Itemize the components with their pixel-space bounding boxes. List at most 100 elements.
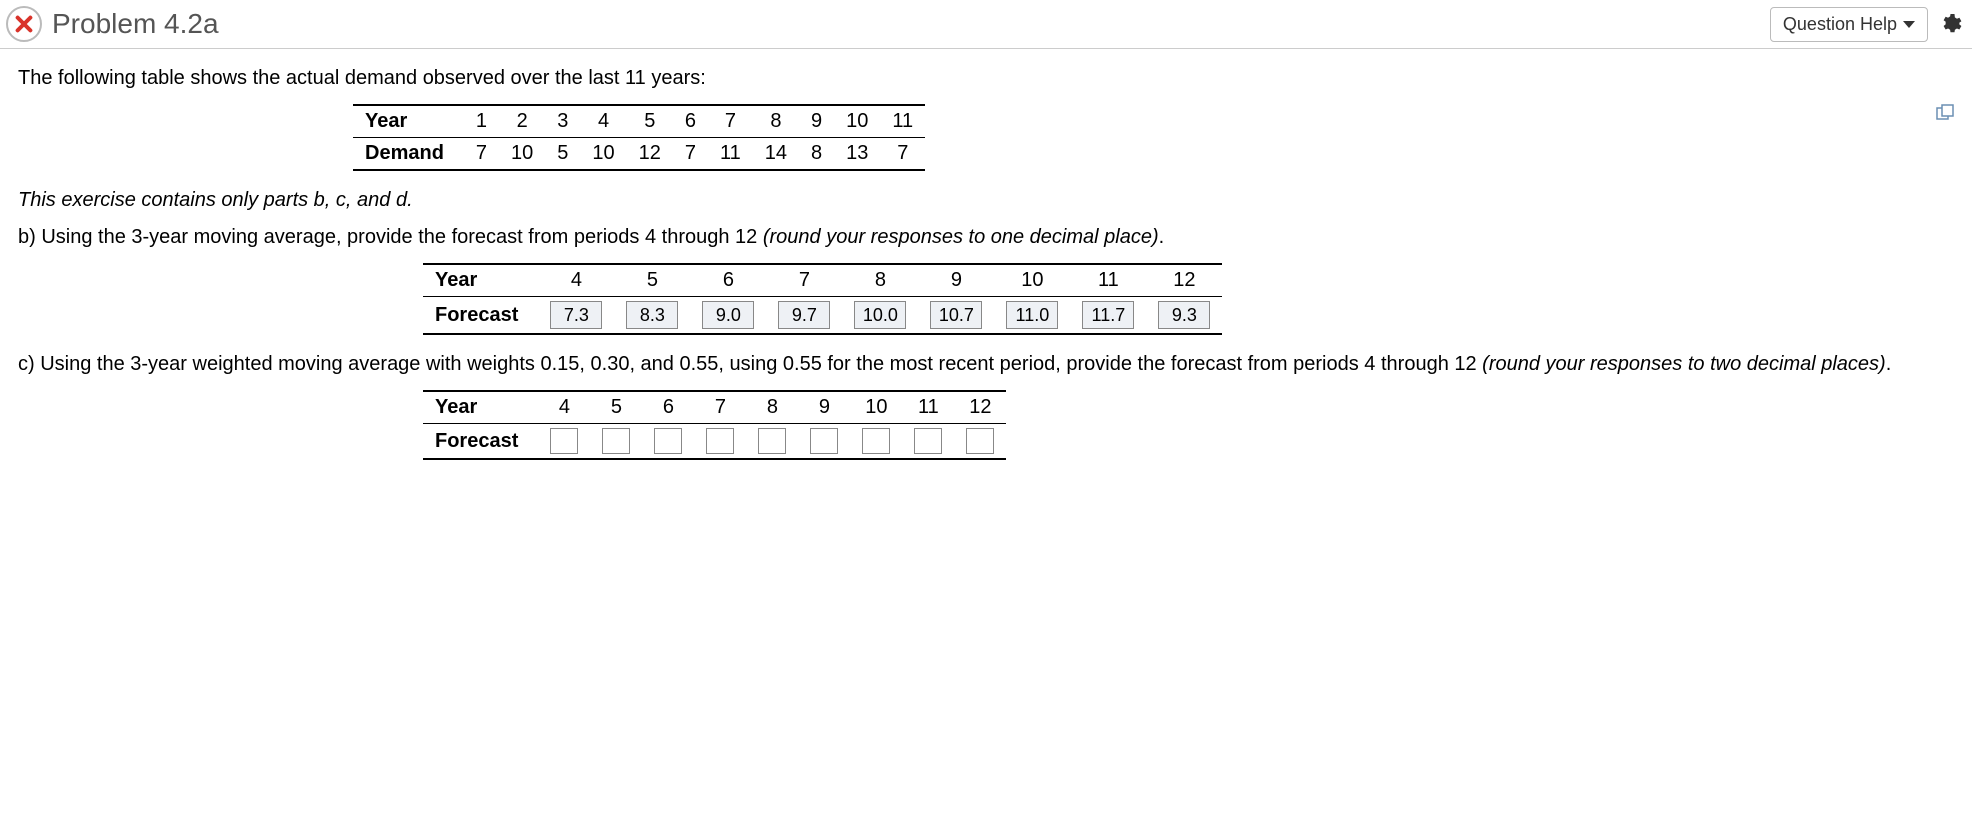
demand-table: Year 1 2 3 4 5 6 7 8 9 10 11 Demand 7 10…: [353, 104, 925, 171]
forecast-value: 9.7: [778, 301, 830, 329]
question-help-button[interactable]: Question Help: [1770, 7, 1928, 42]
forecast-c-table: Year 4 5 6 7 8 9 10 11 12 Forecast: [423, 390, 1006, 460]
forecast-cell: 11.7: [1070, 297, 1146, 335]
forecast-input[interactable]: [654, 428, 682, 454]
part-b-prompt: b) Using the 3-year moving average, prov…: [18, 226, 1954, 249]
forecast-cell: 8.3: [614, 297, 690, 335]
demand-table-container: Year 1 2 3 4 5 6 7 8 9 10 11 Demand 7 10…: [353, 104, 1954, 171]
year-cell: 11: [1070, 264, 1146, 297]
forecast-input-cell: [954, 424, 1006, 460]
year-cell: 5: [627, 105, 673, 138]
year-cell: 10: [850, 391, 902, 424]
year-cell: 4: [580, 105, 626, 138]
forecast-value: 9.3: [1158, 301, 1210, 329]
year-cell: 8: [753, 105, 799, 138]
year-cell: 3: [545, 105, 580, 138]
year-cell: 1: [464, 105, 499, 138]
intro-text: The following table shows the actual dem…: [18, 67, 1954, 90]
year-cell: 6: [690, 264, 766, 297]
forecast-input-cell: [590, 424, 642, 460]
demand-cell: 8: [799, 138, 834, 171]
forecast-input[interactable]: [758, 428, 786, 454]
forecast-input-cell: [850, 424, 902, 460]
forecast-input[interactable]: [550, 428, 578, 454]
row-label-demand: Demand: [353, 138, 464, 171]
part-c-period: .: [1886, 353, 1892, 375]
problem-body: The following table shows the actual dem…: [0, 49, 1972, 518]
forecast-value: 11.0: [1006, 301, 1058, 329]
forecast-value: 9.0: [702, 301, 754, 329]
forecast-input[interactable]: [914, 428, 942, 454]
year-cell: 4: [538, 391, 590, 424]
demand-cell: 13: [834, 138, 880, 171]
year-cell: 2: [499, 105, 545, 138]
forecast-value: 7.3: [550, 301, 602, 329]
year-cell: 9: [799, 105, 834, 138]
demand-cell: 5: [545, 138, 580, 171]
year-cell: 4: [538, 264, 614, 297]
forecast-cell: 7.3: [538, 297, 614, 335]
year-cell: 9: [798, 391, 850, 424]
table-row: Year 4 5 6 7 8 9 10 11 12: [423, 264, 1222, 297]
forecast-input[interactable]: [966, 428, 994, 454]
year-cell: 10: [834, 105, 880, 138]
forecast-b-table: Year 4 5 6 7 8 9 10 11 12 Forecast 7.3 8…: [423, 263, 1222, 335]
forecast-value: 10.0: [854, 301, 906, 329]
year-cell: 7: [766, 264, 842, 297]
incorrect-x-icon: [6, 6, 42, 42]
year-cell: 5: [614, 264, 690, 297]
forecast-c-table-container: Year 4 5 6 7 8 9 10 11 12 Forecast: [423, 390, 1954, 460]
year-cell: 7: [708, 105, 753, 138]
forecast-input[interactable]: [706, 428, 734, 454]
forecast-input[interactable]: [602, 428, 630, 454]
demand-cell: 7: [464, 138, 499, 171]
forecast-input-cell: [798, 424, 850, 460]
year-cell: 9: [918, 264, 994, 297]
forecast-b-table-container: Year 4 5 6 7 8 9 10 11 12 Forecast 7.3 8…: [423, 263, 1954, 335]
year-cell: 7: [694, 391, 746, 424]
header-controls: Question Help: [1770, 7, 1962, 42]
forecast-input-cell: [902, 424, 954, 460]
demand-cell: 12: [627, 138, 673, 171]
row-label-year: Year: [423, 264, 538, 297]
forecast-input-cell: [538, 424, 590, 460]
table-row: Year 1 2 3 4 5 6 7 8 9 10 11: [353, 105, 925, 138]
table-row: Forecast 7.3 8.3 9.0 9.7 10.0 10.7 11.0 …: [423, 297, 1222, 335]
forecast-input-cell: [746, 424, 798, 460]
popout-icon[interactable]: [1936, 104, 1954, 122]
forecast-input[interactable]: [810, 428, 838, 454]
year-cell: 6: [673, 105, 708, 138]
table-row: Year 4 5 6 7 8 9 10 11 12: [423, 391, 1006, 424]
forecast-input[interactable]: [862, 428, 890, 454]
forecast-cell: 10.7: [918, 297, 994, 335]
part-b-italic: (round your responses to one decimal pla…: [763, 226, 1159, 248]
forecast-input-cell: [642, 424, 694, 460]
year-cell: 6: [642, 391, 694, 424]
year-cell: 11: [902, 391, 954, 424]
gear-icon[interactable]: [1938, 12, 1962, 36]
demand-cell: 10: [499, 138, 545, 171]
row-label-forecast: Forecast: [423, 424, 538, 460]
forecast-value: 8.3: [626, 301, 678, 329]
year-cell: 10: [994, 264, 1070, 297]
problem-header: Problem 4.2a Question Help: [0, 0, 1972, 49]
forecast-cell: 9.0: [690, 297, 766, 335]
row-label-year: Year: [423, 391, 538, 424]
part-b-period: .: [1159, 226, 1165, 248]
row-label-year: Year: [353, 105, 464, 138]
forecast-cell: 11.0: [994, 297, 1070, 335]
demand-cell: 7: [880, 138, 925, 171]
part-c-italic: (round your responses to two decimal pla…: [1482, 353, 1886, 375]
demand-cell: 10: [580, 138, 626, 171]
question-help-label: Question Help: [1783, 14, 1897, 35]
forecast-cell: 9.3: [1146, 297, 1222, 335]
exercise-note: This exercise contains only parts b, c, …: [18, 189, 1954, 212]
part-c-prefix: c) Using the 3-year weighted moving aver…: [18, 353, 1482, 375]
row-label-forecast: Forecast: [423, 297, 538, 335]
year-cell: 12: [954, 391, 1006, 424]
table-row: Demand 7 10 5 10 12 7 11 14 8 13 7: [353, 138, 925, 171]
forecast-cell: 10.0: [842, 297, 918, 335]
demand-cell: 11: [708, 138, 753, 171]
demand-cell: 14: [753, 138, 799, 171]
problem-title: Problem 4.2a: [52, 8, 219, 40]
